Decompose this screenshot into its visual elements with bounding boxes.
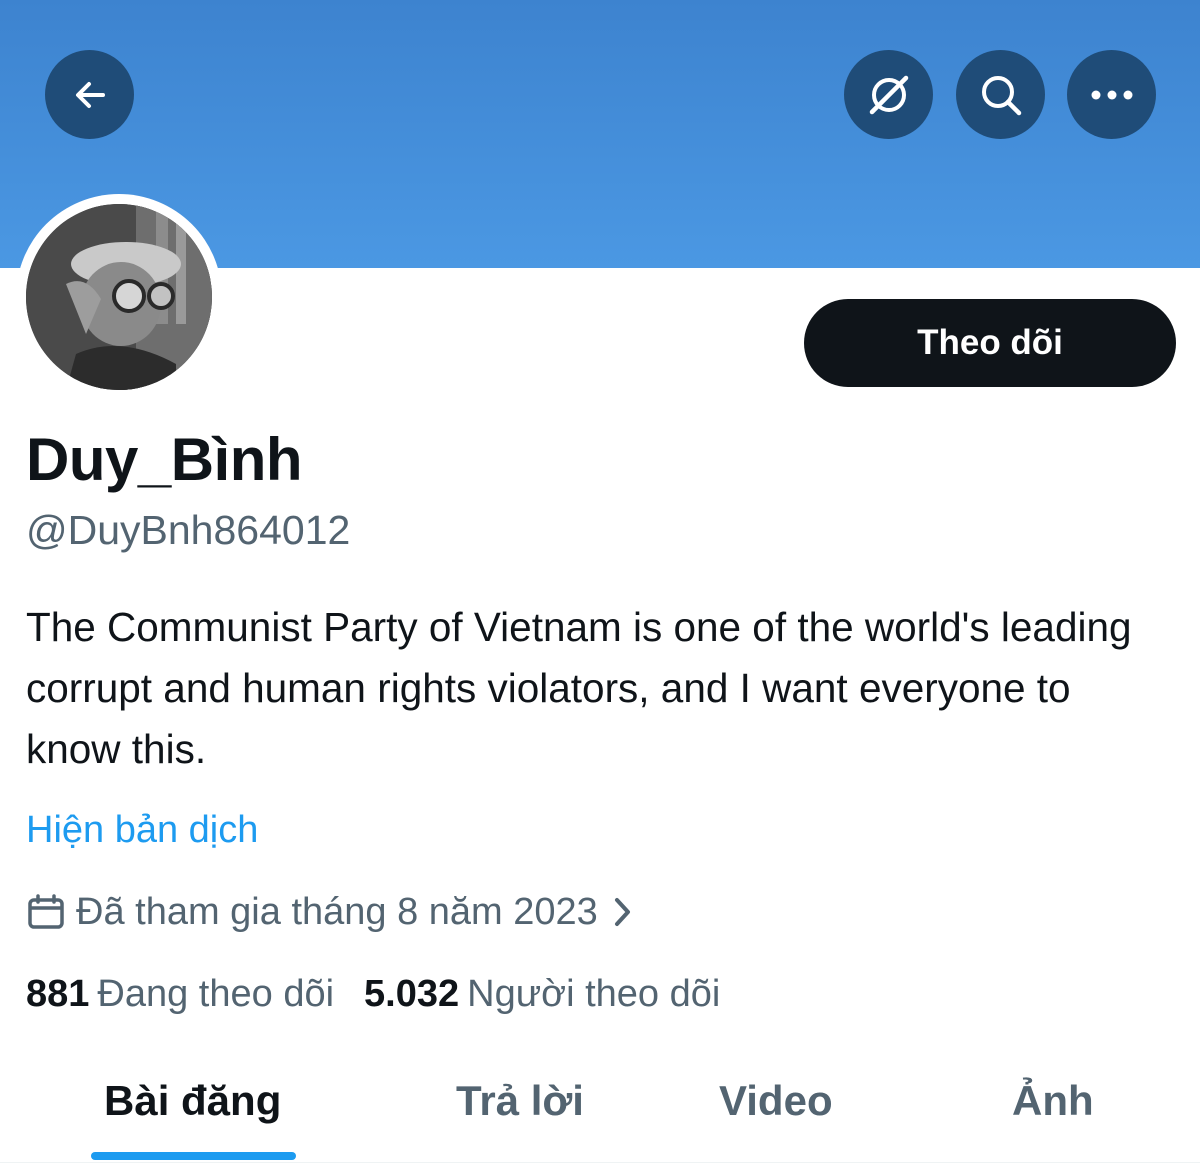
tab-video[interactable]: Video xyxy=(719,1074,833,1128)
user-handle: @DuyBnh864012 xyxy=(26,507,351,553)
following-link[interactable]: 881 Đang theo dõi xyxy=(26,973,334,1016)
join-date-text: Đã tham gia tháng 8 năm 2023 xyxy=(76,890,598,933)
following-label: Đang theo dõi xyxy=(97,972,335,1015)
following-count: 881 xyxy=(26,972,90,1015)
grok-button[interactable] xyxy=(844,50,933,139)
followers-count: 5.032 xyxy=(364,972,460,1015)
show-translation-link[interactable]: Hiện bản dịch xyxy=(26,806,258,854)
arrow-left-icon xyxy=(70,75,110,115)
active-tab-indicator xyxy=(91,1152,296,1160)
tab-replies[interactable]: Trả lời xyxy=(456,1074,584,1128)
followers-label: Người theo dõi xyxy=(467,972,721,1015)
profile-tabs: Bài đăng Trả lời Video Ảnh xyxy=(0,1060,1200,1160)
chevron-right-icon xyxy=(612,895,634,929)
profile-bio: The Communist Party of Vietnam is one of… xyxy=(26,604,1132,772)
followers-link[interactable]: 5.032 Người theo dõi xyxy=(364,973,720,1016)
tab-posts[interactable]: Bài đăng xyxy=(104,1074,281,1128)
search-icon xyxy=(978,72,1024,118)
calendar-icon xyxy=(26,892,66,932)
back-button[interactable] xyxy=(45,50,134,139)
join-date-row[interactable]: Đã tham gia tháng 8 năm 2023 xyxy=(26,886,634,938)
follow-button[interactable]: Theo dõi xyxy=(804,299,1176,387)
avatar[interactable] xyxy=(26,204,212,390)
more-horizontal-icon xyxy=(1090,89,1134,101)
more-options-button[interactable] xyxy=(1067,50,1156,139)
tab-photos[interactable]: Ảnh xyxy=(1012,1074,1094,1128)
follow-stats: 881 Đang theo dõi 5.032 Người theo dõi xyxy=(26,968,720,1020)
search-button[interactable] xyxy=(956,50,1045,139)
display-name: Duy_Bình xyxy=(26,426,303,493)
grok-icon xyxy=(866,72,912,118)
tabs-divider xyxy=(0,1162,1200,1163)
